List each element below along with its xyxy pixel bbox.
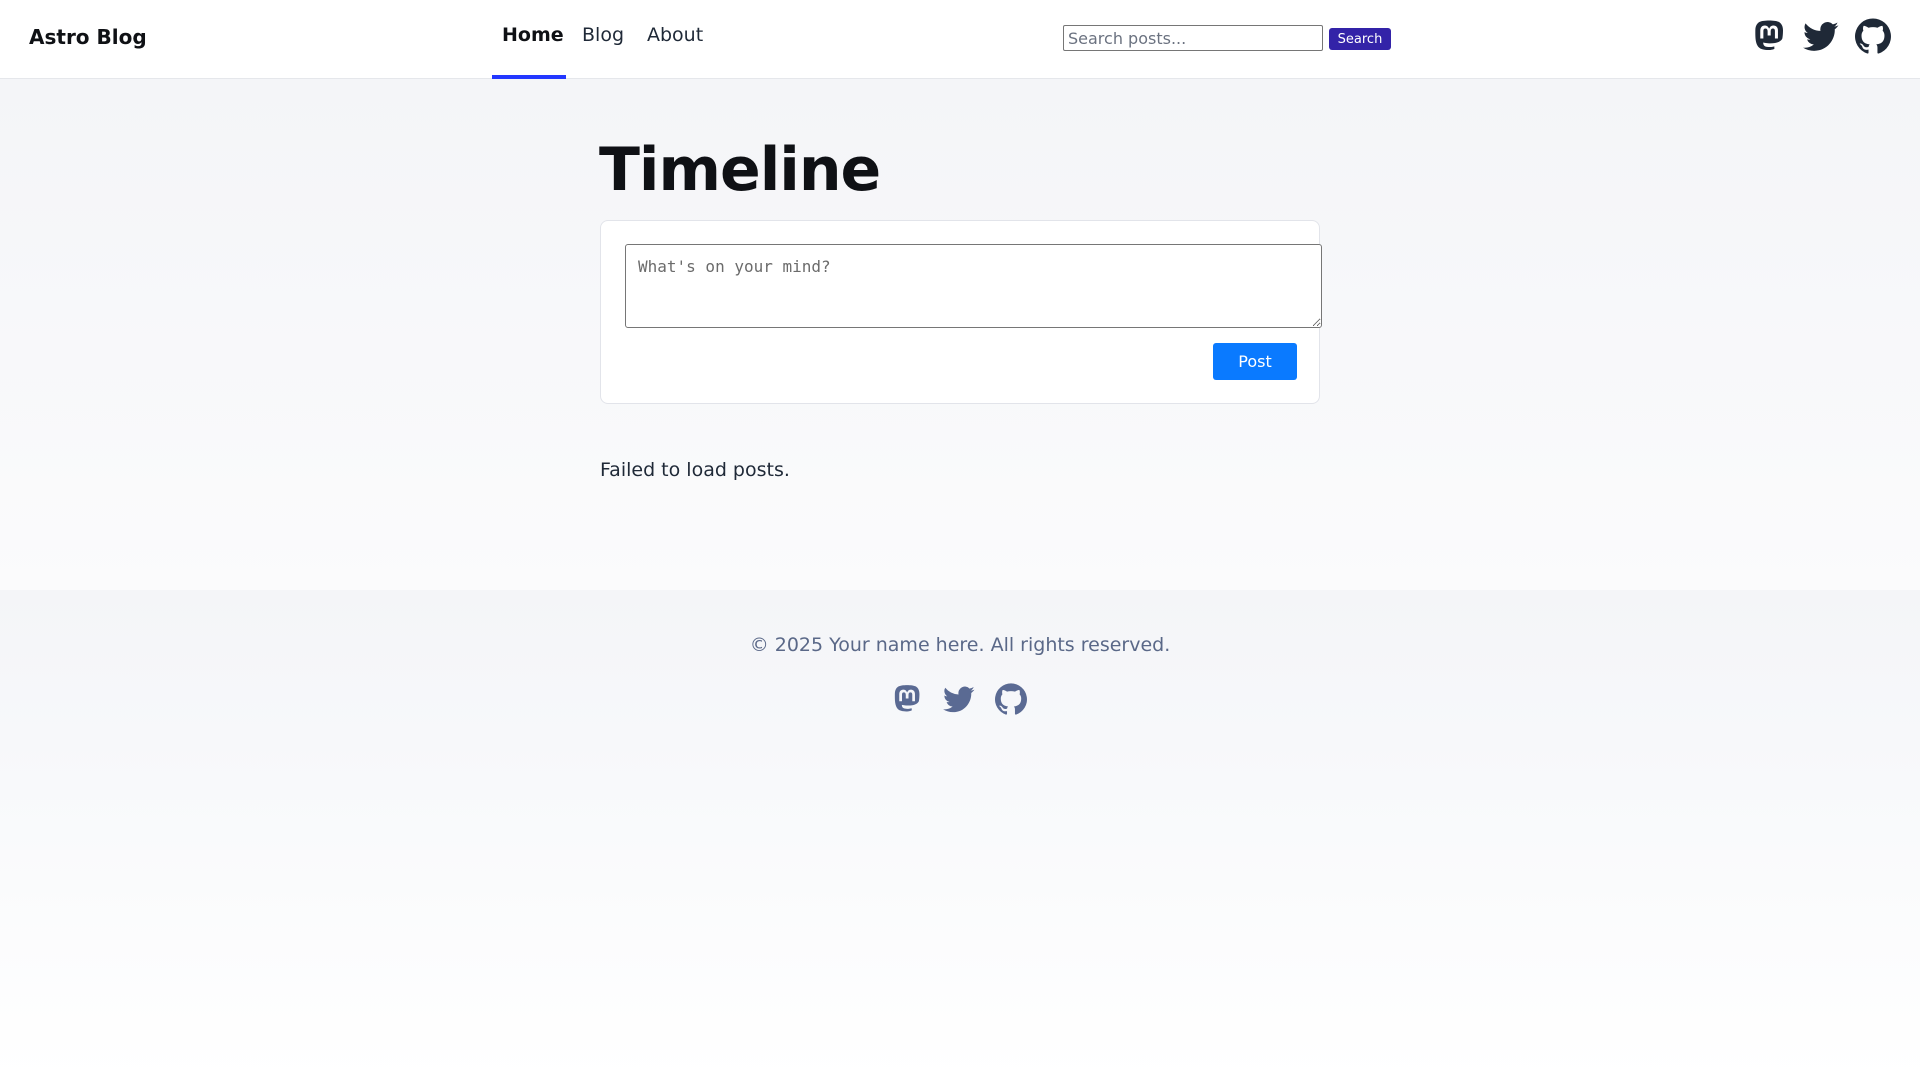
nav-home[interactable]: Home (502, 24, 564, 46)
site-logo[interactable]: Astro Blog (29, 25, 147, 49)
mastodon-icon[interactable] (1751, 18, 1787, 54)
search-button[interactable]: Search (1329, 28, 1391, 50)
twitter-icon[interactable] (1803, 18, 1839, 54)
nav-about[interactable]: About (647, 24, 703, 46)
twitter-icon[interactable] (943, 683, 975, 715)
github-icon[interactable] (995, 683, 1027, 715)
copyright-text: © 2025 Your name here. All rights reserv… (749, 634, 1171, 656)
post-composer: Post (600, 220, 1322, 404)
github-icon[interactable] (1855, 18, 1891, 54)
search-input[interactable] (1063, 25, 1323, 51)
post-button[interactable]: Post (1213, 343, 1297, 380)
site-footer: © 2025 Your name here. All rights reserv… (0, 590, 1920, 1080)
mastodon-icon[interactable] (891, 683, 923, 715)
nav-blog[interactable]: Blog (582, 24, 624, 46)
main-content: Timeline Post Failed to load posts. (0, 79, 1920, 590)
status-message: Failed to load posts. (600, 459, 790, 481)
page-title: Timeline (599, 135, 881, 205)
site-header: Astro Blog Home Blog About Search (0, 0, 1920, 79)
post-textarea[interactable] (625, 244, 1322, 328)
